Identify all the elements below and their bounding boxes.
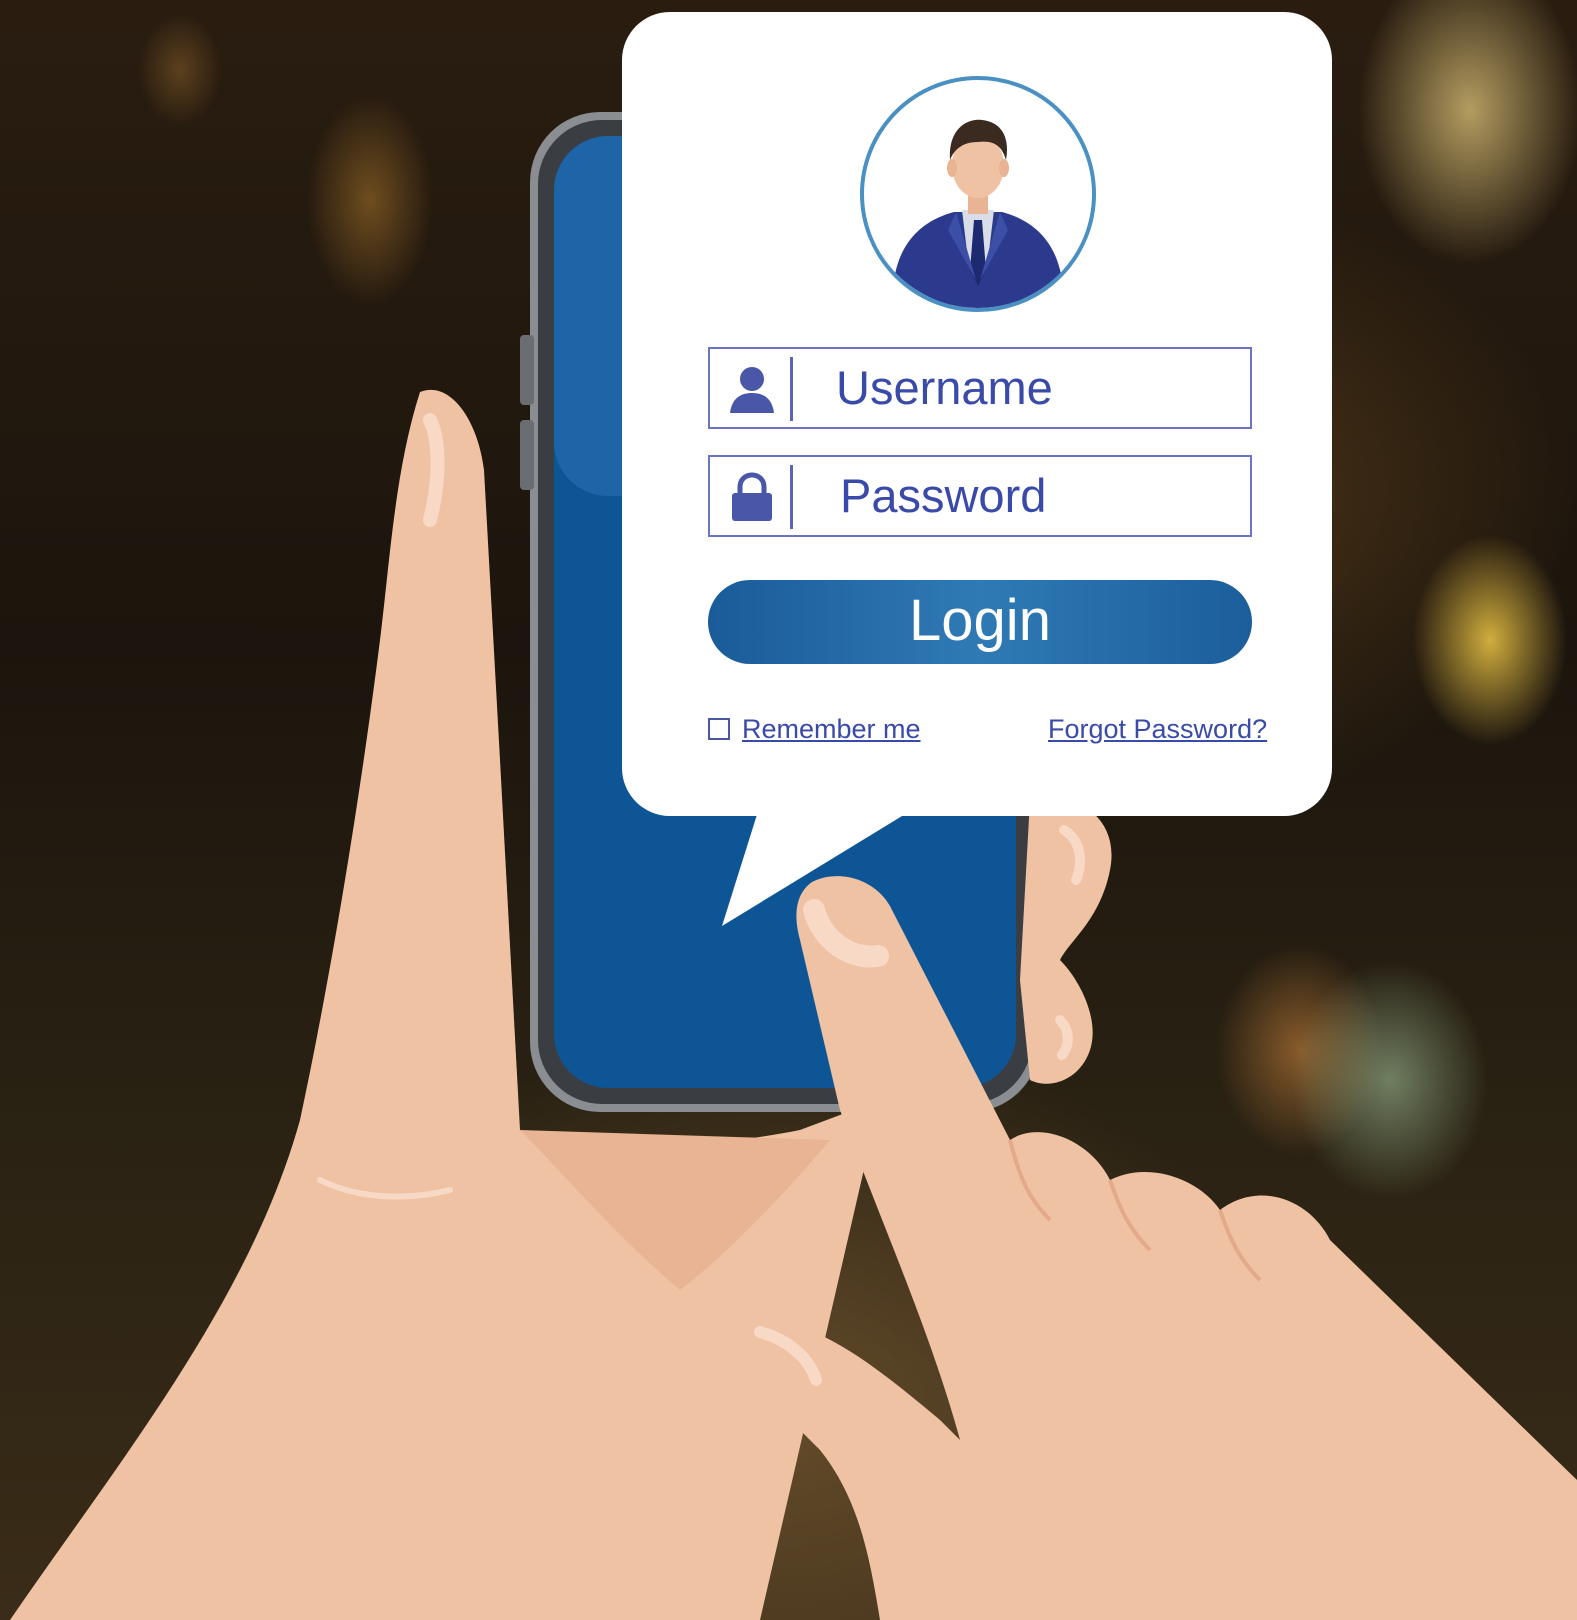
scene: Username Password Login Remember me Forg… <box>0 0 1577 1620</box>
avatar <box>860 76 1096 312</box>
field-separator <box>790 465 793 529</box>
login-button[interactable]: Login <box>708 580 1252 664</box>
remember-me-checkbox[interactable] <box>708 718 730 740</box>
password-placeholder: Password <box>840 469 1047 522</box>
field-separator <box>790 357 793 421</box>
remember-me[interactable]: Remember me <box>708 712 921 746</box>
username-placeholder: Username <box>836 361 1053 414</box>
username-field[interactable]: Username <box>708 347 1252 429</box>
remember-me-label[interactable]: Remember me <box>742 712 921 746</box>
user-avatar-icon <box>894 119 1062 308</box>
user-icon <box>730 367 774 413</box>
forgot-password-link[interactable]: Forgot Password? <box>1048 712 1267 746</box>
password-field[interactable]: Password <box>708 455 1252 537</box>
lock-icon <box>732 472 772 521</box>
